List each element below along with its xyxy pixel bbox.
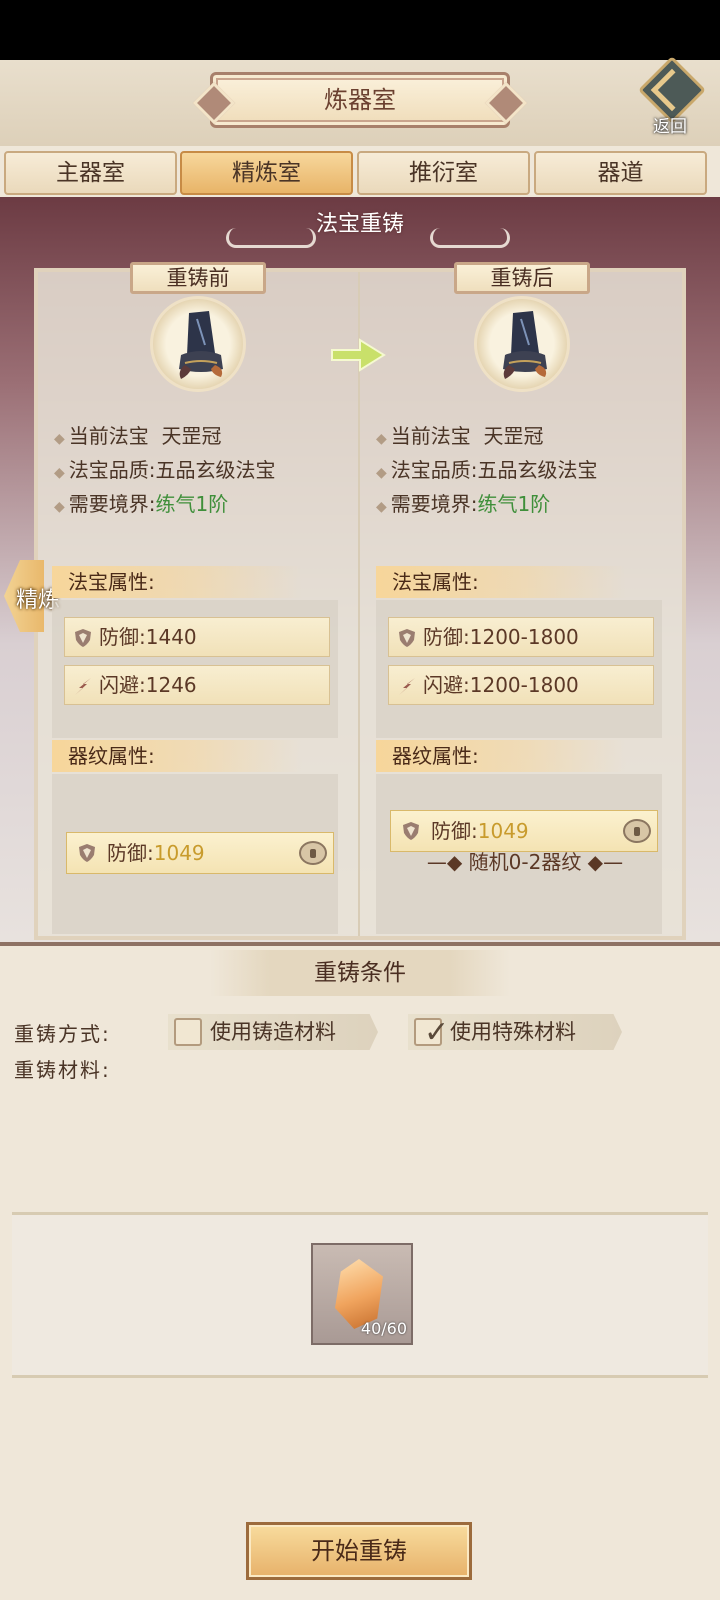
after-glyph-heading: 器纹属性:	[376, 740, 626, 772]
after-attr-value: 1200-1800	[469, 625, 579, 649]
after-glyph-value: 1049	[477, 819, 529, 843]
before-attr-row: 闪避:1246	[64, 665, 330, 705]
material-slot[interactable]: 40/60	[311, 1243, 413, 1345]
shield-icon	[79, 844, 95, 862]
conditions-divider	[0, 942, 720, 946]
option-special-label: 使用特殊材料	[450, 1020, 576, 1044]
before-realm-value: 练气1阶	[155, 492, 229, 516]
after-current-label: 当前法宝	[390, 424, 471, 448]
tab-refine-room[interactable]: 精炼室	[180, 151, 353, 195]
before-current-line: ◆ 当前法宝 天罡冠	[54, 424, 222, 448]
after-attr-row: 防御:1200-1800	[388, 617, 654, 657]
dodge-icon	[399, 678, 415, 695]
before-realm-label: 需要境界:	[68, 492, 156, 516]
before-glyph-row: 防御:1049	[66, 832, 334, 874]
before-glyph-heading: 器纹属性:	[52, 740, 302, 772]
before-attr-heading: 法宝属性:	[52, 566, 302, 598]
crown-icon	[179, 311, 223, 379]
tab-main-room[interactable]: 主器室	[4, 151, 177, 195]
before-quality-label: 法宝品质:	[68, 458, 156, 482]
before-attr-row: 防御:1440	[64, 617, 330, 657]
status-bar	[0, 0, 720, 60]
before-attr-value: 1246	[145, 673, 197, 697]
after-quality-label: 法宝品质:	[390, 458, 478, 482]
arrow-right-icon	[331, 338, 386, 372]
after-realm-value: 练气1阶	[477, 492, 551, 516]
shield-icon	[399, 629, 415, 647]
before-attr-label: 防御:	[99, 625, 146, 649]
checkmark-icon: ✓	[424, 1015, 450, 1050]
lock-icon[interactable]	[299, 841, 327, 865]
tab-deduce-room[interactable]: 推衍室	[357, 151, 530, 195]
lock-icon[interactable]	[623, 819, 651, 843]
tab-artifact-way[interactable]: 器道	[534, 151, 707, 195]
after-attr-value: 1200-1800	[469, 673, 579, 697]
before-current-label: 当前法宝	[68, 424, 149, 448]
after-attr-label: 防御:	[423, 625, 470, 649]
after-current-line: ◆ 当前法宝 天罡冠	[376, 424, 544, 448]
before-quality-value: 五品玄级法宝	[155, 458, 276, 482]
before-current-value: 天罡冠	[161, 424, 222, 448]
method-label: 重铸方式:	[14, 1022, 111, 1046]
before-glyph-label: 防御:	[107, 841, 154, 865]
after-realm-line: ◆ 需要境界:练气1阶	[376, 492, 551, 516]
checkbox-checked-icon[interactable]: ✓	[414, 1018, 449, 1048]
shield-icon	[75, 629, 91, 647]
before-realm-line: ◆ 需要境界:练气1阶	[54, 492, 229, 516]
before-item-slot[interactable]	[150, 296, 246, 392]
after-item-slot[interactable]	[474, 296, 570, 392]
before-header: 重铸前	[130, 262, 266, 294]
section-title: 法宝重铸	[315, 212, 404, 237]
after-quality-line: ◆ 法宝品质:五品玄级法宝	[376, 458, 598, 482]
material-label: 重铸材料:	[14, 1058, 111, 1082]
shield-icon	[403, 822, 419, 840]
crown-icon	[503, 311, 547, 379]
back-label: 返回	[653, 117, 687, 137]
back-button[interactable]: 返回	[638, 56, 712, 140]
after-glyph-label: 防御:	[431, 819, 478, 843]
material-count: 40/60	[360, 1319, 407, 1338]
after-attr-heading: 法宝属性:	[376, 566, 626, 598]
option-special-material[interactable]: ✓ 使用特殊材料	[408, 1014, 622, 1050]
page-title: 炼器室	[210, 72, 510, 128]
before-attr-value: 1440	[145, 625, 197, 649]
start-recast-button[interactable]: 开始重铸	[246, 1522, 472, 1580]
after-attr-row: 闪避:1200-1800	[388, 665, 654, 705]
after-quality-value: 五品玄级法宝	[477, 458, 598, 482]
random-glyph-note: —◆ 随机0-2器纹 ◆—	[426, 850, 624, 874]
after-realm-label: 需要境界:	[390, 492, 478, 516]
page-title-text: 炼器室	[324, 86, 396, 114]
after-header: 重铸后	[454, 262, 590, 294]
checkbox-icon[interactable]	[174, 1018, 202, 1046]
option-forge-label: 使用铸造材料	[210, 1020, 336, 1044]
conditions-title: 重铸条件	[210, 950, 510, 996]
after-current-value: 天罡冠	[483, 424, 544, 448]
dodge-icon	[75, 678, 91, 695]
before-attr-label: 闪避:	[99, 673, 146, 697]
random-glyph-text: 随机0-2器纹	[468, 850, 582, 874]
before-quality-line: ◆ 法宝品质:五品玄级法宝	[54, 458, 276, 482]
after-attr-label: 闪避:	[423, 673, 470, 697]
before-glyph-value: 1049	[153, 841, 205, 865]
option-forge-material[interactable]: 使用铸造材料	[168, 1014, 378, 1050]
